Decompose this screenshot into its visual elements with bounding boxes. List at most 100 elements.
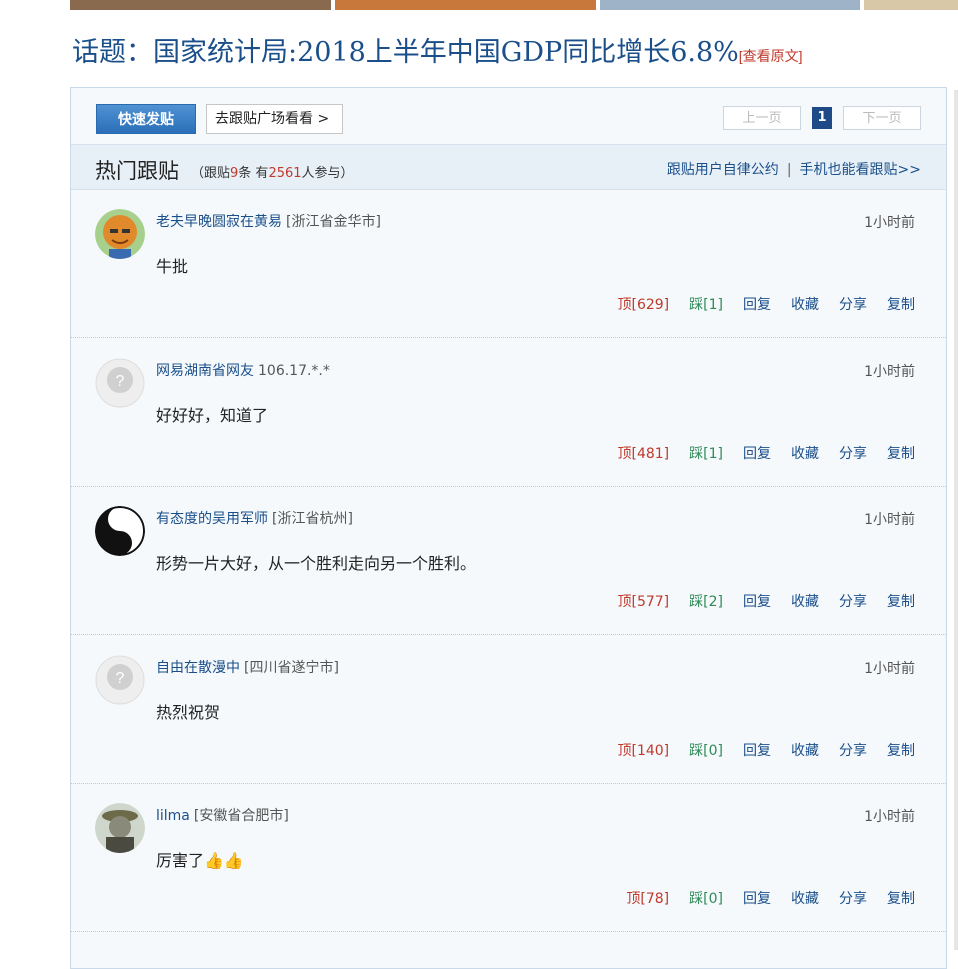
share-button[interactable]: 分享: [839, 888, 867, 908]
downvote-button[interactable]: 踩[1]: [689, 294, 723, 314]
avatar-photo[interactable]: [95, 803, 145, 853]
downvote-button[interactable]: 踩[1]: [689, 443, 723, 463]
comment-time: 1小时前: [864, 660, 915, 677]
favorite-button[interactable]: 收藏: [791, 591, 819, 611]
current-page-number[interactable]: 1: [812, 107, 832, 129]
stats-prefix: （跟贴: [191, 166, 231, 181]
top-banner-strip: [70, 0, 958, 10]
copy-button[interactable]: 复制: [887, 888, 915, 908]
stats-middle: 条 有: [238, 166, 269, 181]
view-original-link[interactable]: [查看原文]: [739, 48, 803, 64]
comment-time: 1小时前: [864, 809, 915, 825]
reply-button[interactable]: 回复: [743, 443, 771, 463]
comment-item: 有态度的吴用军师 [浙江省杭州] 1小时前形势一片大好，从一个胜利走向另一个胜利。顶…: [71, 486, 946, 635]
comment-time: 1小时前: [864, 363, 915, 380]
copy-button[interactable]: 复制: [887, 294, 915, 314]
user-location: [四川省遂宁市]: [244, 659, 339, 676]
share-button[interactable]: 分享: [839, 443, 867, 463]
comment-text: 厉害了👍👍: [156, 851, 244, 870]
banner-image-4[interactable]: [864, 0, 958, 10]
reply-button[interactable]: 回复: [743, 591, 771, 611]
toolbar: 快速发贴 去跟贴广场看看 > 上一页 1 下一页: [96, 104, 921, 134]
quick-post-button[interactable]: 快速发贴: [96, 104, 196, 134]
hot-comments-title: 热门跟贴: [95, 159, 179, 183]
favorite-button[interactable]: 收藏: [791, 888, 819, 908]
comment-item: ? 网易湖南省网友 106.17.*.* 1小时前好好好，知道了顶[481] 踩[1] 回…: [71, 338, 946, 487]
page-title: 话题：国家统计局:2018上半年中国GDP同比增长6.8%[查看原文]: [72, 30, 803, 69]
mobile-link[interactable]: 手机也能看跟贴>>: [800, 162, 921, 178]
banner-image-1[interactable]: [70, 0, 331, 10]
hot-comments-header: 热门跟贴 （跟贴9条 有2561人参与） 跟贴用户自律公约 | 手机也能看跟贴>>: [71, 144, 946, 190]
share-button[interactable]: 分享: [839, 294, 867, 314]
downvote-button[interactable]: 踩[0]: [689, 888, 723, 908]
user-location: [安徽省合肥市]: [193, 808, 289, 824]
user-location: [浙江省金华市]: [286, 214, 381, 230]
avatar-cartoon[interactable]: [95, 209, 145, 259]
next-page-button[interactable]: 下一页: [843, 106, 921, 130]
username-link[interactable]: 网易湖南省网友: [156, 363, 254, 379]
comment-user: lilma [安徽省合肥市]: [156, 805, 289, 825]
username-link[interactable]: lilma: [156, 808, 190, 824]
avatar-default[interactable]: ?: [95, 358, 145, 408]
avatar-yinyang[interactable]: [95, 506, 145, 556]
downvote-button[interactable]: 踩[0]: [689, 740, 723, 760]
user-location: [浙江省杭州]: [272, 511, 353, 527]
comments-panel: 快速发贴 去跟贴广场看看 > 上一页 1 下一页 热门跟贴 （跟贴9条 有256…: [70, 87, 947, 969]
comment-actions: 顶[78] 踩[0] 回复 收藏 分享 复制: [626, 888, 915, 908]
avatar-default[interactable]: ?: [95, 655, 145, 705]
username-link[interactable]: 自由在散漫中: [156, 660, 240, 676]
comment-actions: 顶[140] 踩[0] 回复 收藏 分享 复制: [618, 740, 916, 760]
upvote-button[interactable]: 顶[140]: [618, 740, 670, 760]
copy-button[interactable]: 复制: [887, 591, 915, 611]
comment-stats: （跟贴9条 有2561人参与）: [191, 162, 354, 181]
reply-button[interactable]: 回复: [743, 294, 771, 314]
username-link[interactable]: 老夫早晚圆寂在黄易: [156, 214, 282, 230]
comment-text: 牛批: [156, 257, 189, 276]
separator: |: [786, 162, 792, 178]
share-button[interactable]: 分享: [839, 740, 867, 760]
copy-button[interactable]: 复制: [887, 740, 915, 760]
page-scrollbar[interactable]: [954, 90, 958, 950]
comment-actions: 顶[629] 踩[1] 回复 收藏 分享 复制: [618, 294, 916, 314]
user-location: 106.17.*.*: [258, 362, 330, 379]
go-to-square-button[interactable]: 去跟贴广场看看 >: [206, 104, 343, 134]
favorite-button[interactable]: 收藏: [791, 294, 819, 314]
comment-user: 网易湖南省网友 106.17.*.*: [156, 360, 330, 380]
favorite-button[interactable]: 收藏: [791, 443, 819, 463]
comment-time: 1小时前: [864, 512, 915, 528]
pagination: 上一页 1 下一页: [723, 106, 921, 130]
participant-count: 2561: [268, 166, 302, 181]
rules-link[interactable]: 跟贴用户自律公约: [667, 162, 779, 178]
upvote-button[interactable]: 顶[577]: [618, 591, 670, 611]
comment-user: 老夫早晚圆寂在黄易 [浙江省金华市]: [156, 211, 381, 231]
prev-page-button[interactable]: 上一页: [723, 106, 801, 130]
comment-item: 老夫早晚圆寂在黄易 [浙江省金华市] 1小时前牛批顶[629] 踩[1] 回复 收藏 分享复…: [71, 189, 946, 338]
share-button[interactable]: 分享: [839, 591, 867, 611]
title-text: 话题：国家统计局:2018上半年中国GDP同比增长6.8%: [72, 37, 739, 68]
comment-text: 热烈祝贺: [156, 702, 221, 722]
banner-image-2[interactable]: [334, 0, 596, 10]
stats-suffix: 人参与）: [301, 166, 354, 181]
favorite-button[interactable]: 收藏: [791, 740, 819, 760]
upvote-button[interactable]: 顶[481]: [618, 443, 670, 463]
comment-item: ? 自由在散漫中 [四川省遂宁市] 1小时前热烈祝贺顶[140] 踩[0] 回复 收藏 分享复…: [71, 635, 946, 784]
comment-user: 自由在散漫中 [四川省遂宁市]: [156, 657, 339, 677]
reply-button[interactable]: 回复: [743, 888, 771, 908]
upvote-button[interactable]: 顶[629]: [618, 294, 670, 314]
svg-text:?: ?: [116, 373, 125, 390]
username-link[interactable]: 有态度的吴用军师: [156, 511, 268, 527]
copy-button[interactable]: 复制: [887, 443, 915, 463]
upvote-button[interactable]: 顶[78]: [626, 888, 669, 908]
comment-user: 有态度的吴用军师 [浙江省杭州]: [156, 508, 353, 528]
reply-button[interactable]: 回复: [743, 740, 771, 760]
downvote-button[interactable]: 踩[2]: [689, 591, 723, 611]
svg-text:?: ?: [116, 670, 125, 687]
comment-text: 形势一片大好，从一个胜利走向另一个胜利。: [156, 554, 477, 573]
banner-image-3[interactable]: [599, 0, 861, 10]
comment-time: 1小时前: [864, 215, 915, 231]
comment-actions: 顶[577] 踩[2] 回复 收藏 分享 复制: [618, 591, 916, 611]
comment-actions: 顶[481] 踩[1] 回复 收藏 分享 复制: [618, 443, 916, 463]
comment-item: lilma [安徽省合肥市] 1小时前厉害了👍👍 顶[78] 踩[0] 回复 收藏 分享 复制: [71, 783, 946, 932]
header-links: 跟贴用户自律公约 | 手机也能看跟贴>>: [667, 159, 921, 179]
comment-text: 好好好，知道了: [156, 405, 269, 425]
